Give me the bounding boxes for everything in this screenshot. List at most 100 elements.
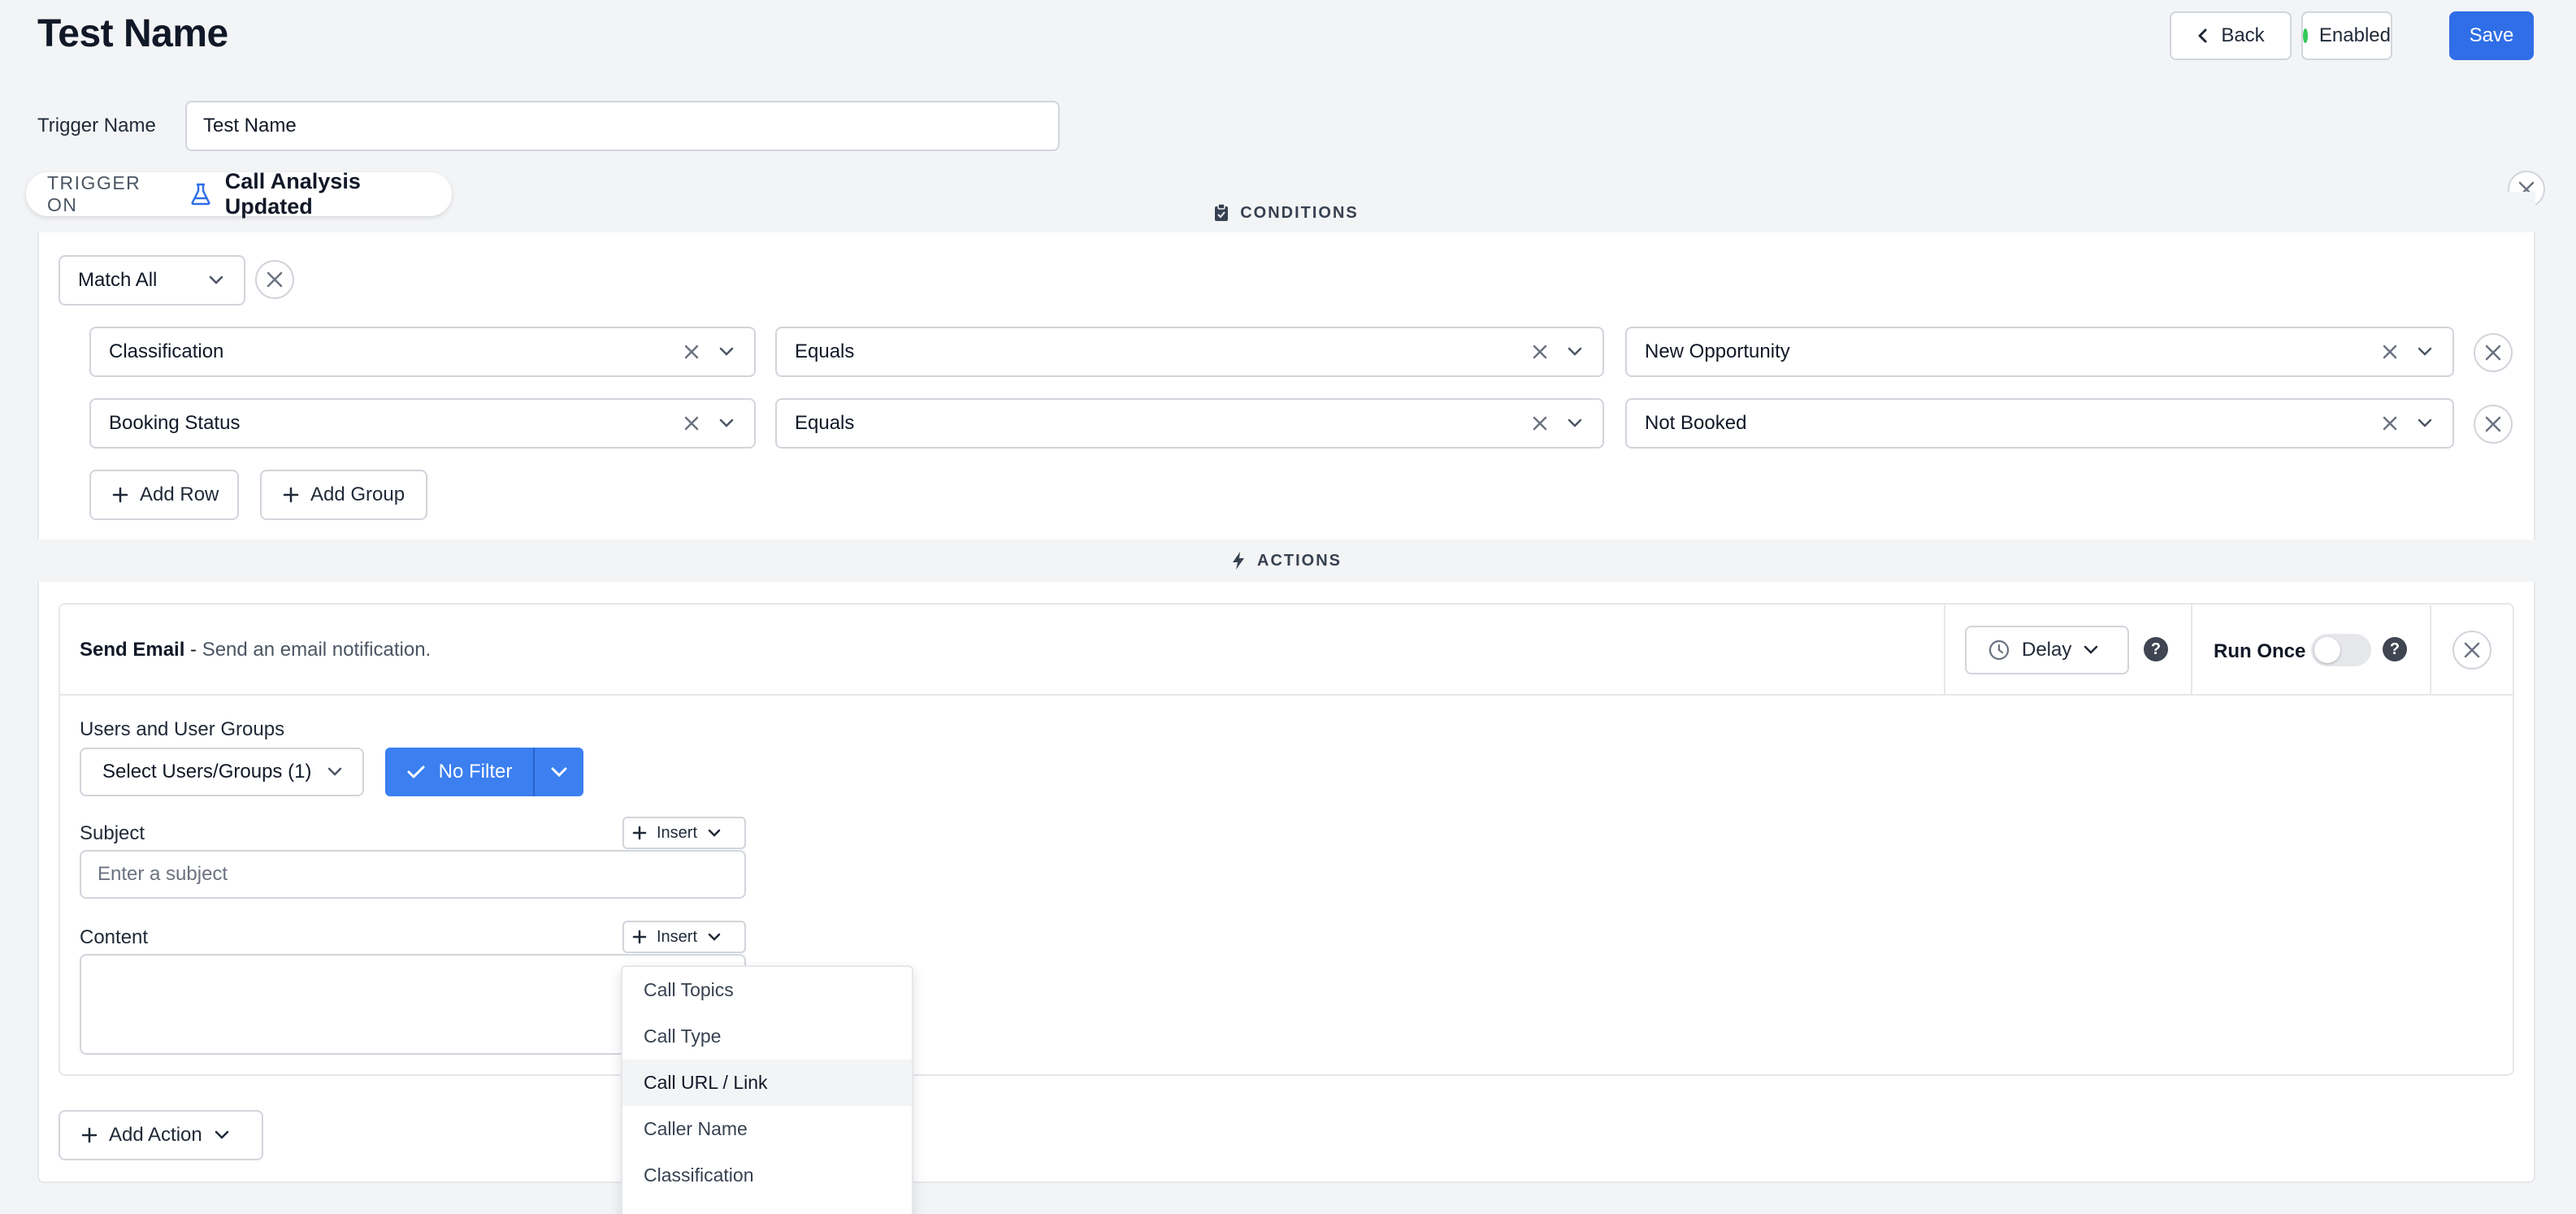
remove-row-button[interactable] <box>2474 333 2513 372</box>
users-groups-select[interactable]: Select Users/Groups (1) <box>80 748 364 796</box>
plus-icon <box>632 826 647 840</box>
delay-help-icon[interactable]: ? <box>2144 637 2168 661</box>
plus-icon <box>81 1127 98 1143</box>
save-button[interactable]: Save <box>2449 11 2534 60</box>
match-select[interactable]: Match All <box>59 255 245 306</box>
insert-label: Insert <box>657 927 698 946</box>
back-button-label: Back <box>2221 24 2265 46</box>
chevron-down-icon <box>550 766 568 778</box>
trigger-event-label: Call Analysis Updated <box>224 169 361 219</box>
insert-menu-item[interactable]: Call URL / Link <box>622 1060 912 1106</box>
no-filter-button[interactable]: No Filter <box>385 748 535 796</box>
trigger-name-input[interactable]: Test Name <box>185 101 1060 151</box>
condition-field-value: Classification <box>109 340 224 362</box>
enabled-label: Enabled <box>2318 24 2391 46</box>
run-once-help-icon[interactable]: ? <box>2383 637 2407 661</box>
chevron-down-icon <box>2083 644 2099 656</box>
clear-icon[interactable] <box>684 416 699 431</box>
insert-menu-item[interactable]: Call Type <box>622 1013 912 1060</box>
clipboard-icon <box>1214 204 1229 222</box>
condition-operator-select[interactable]: Equals <box>775 327 1604 377</box>
actions-header: ACTIONS <box>37 540 2535 582</box>
insert-menu-item[interactable]: Call Topics <box>622 967 912 1013</box>
filter-split-button: No Filter <box>385 748 583 796</box>
condition-operator-value: Equals <box>795 340 855 362</box>
users-groups-value: Select Users/Groups (1) <box>102 761 312 783</box>
condition-field-select[interactable]: Booking Status <box>89 398 756 449</box>
insert-label: Insert <box>657 823 698 842</box>
lightning-icon <box>1231 551 1246 570</box>
trigger-name-label: Trigger Name <box>37 115 156 137</box>
page-title: Test Name <box>37 12 228 55</box>
close-icon <box>2484 344 2502 362</box>
run-once-label: Run Once <box>2214 640 2306 662</box>
subject-label: Subject <box>80 822 145 844</box>
filter-dropdown-toggle[interactable] <box>535 748 583 796</box>
condition-value-value: New Opportunity <box>1645 340 1790 362</box>
insert-menu-item[interactable]: Caller Name <box>622 1106 912 1152</box>
subject-insert-button[interactable]: Insert <box>622 817 746 849</box>
add-row-button[interactable]: Add Row <box>89 470 239 520</box>
chevron-down-icon <box>707 828 722 838</box>
condition-field-select[interactable]: Classification <box>89 327 756 377</box>
trigger-on-pill[interactable]: TRIGGER ON Call Analysis Updated <box>26 169 452 219</box>
flask-icon <box>189 182 212 206</box>
enabled-status-dot <box>2303 28 2308 43</box>
users-groups-label: Users and User Groups <box>80 718 285 740</box>
clear-icon[interactable] <box>2383 416 2397 431</box>
run-once-toggle[interactable] <box>2311 634 2371 666</box>
chevron-down-icon <box>2417 418 2433 429</box>
plus-icon <box>283 487 299 503</box>
add-group-label: Add Group <box>310 483 405 505</box>
content-insert-button[interactable]: Insert <box>622 921 746 953</box>
chevron-left-icon <box>2197 28 2210 44</box>
enabled-button[interactable]: Enabled <box>2301 11 2392 60</box>
condition-operator-value: Equals <box>795 412 855 434</box>
match-select-value: Match All <box>78 269 158 291</box>
insert-dropdown-menu: Call Topics Call Type Call URL / Link Ca… <box>621 965 913 1214</box>
clear-icon[interactable] <box>1533 345 1547 359</box>
chevron-down-icon <box>2417 346 2433 358</box>
condition-value-select[interactable]: Not Booked <box>1625 398 2454 449</box>
remove-action-button[interactable] <box>2452 631 2491 670</box>
chevron-down-icon <box>707 932 722 942</box>
subject-input[interactable]: Enter a subject <box>80 850 746 899</box>
delay-button[interactable]: Delay <box>1965 626 2129 674</box>
back-button[interactable]: Back <box>2170 11 2292 60</box>
chevron-down-icon <box>327 749 343 795</box>
conditions-heading: CONDITIONS <box>1240 203 1359 222</box>
chevron-down-icon <box>208 257 224 304</box>
action-name: Send Email <box>80 639 185 661</box>
clear-icon[interactable] <box>1533 416 1547 431</box>
action-description: Send an email notification. <box>202 639 432 661</box>
remove-group-button[interactable] <box>255 260 294 299</box>
condition-field-value: Booking Status <box>109 412 241 434</box>
clear-icon[interactable] <box>2383 345 2397 359</box>
chevron-down-icon <box>1567 418 1583 429</box>
check-icon <box>406 764 426 780</box>
chevron-down-icon <box>1567 346 1583 358</box>
delay-label: Delay <box>2022 639 2072 661</box>
add-group-button[interactable]: Add Group <box>260 470 427 520</box>
condition-operator-select[interactable]: Equals <box>775 398 1604 449</box>
insert-menu-item[interactable]: Classification <box>622 1152 912 1199</box>
action-title: Send Email - Send an email notification. <box>80 639 431 661</box>
clock-icon <box>1988 639 2010 661</box>
clear-icon[interactable] <box>684 345 699 359</box>
chevron-down-icon <box>718 346 735 358</box>
add-action-button[interactable]: Add Action <box>59 1110 263 1160</box>
action-separator: - <box>184 639 202 661</box>
condition-value-value: Not Booked <box>1645 412 1747 434</box>
chevron-down-icon <box>214 1129 230 1141</box>
close-icon <box>266 271 284 288</box>
close-icon <box>2463 641 2481 659</box>
remove-row-button[interactable] <box>2474 405 2513 444</box>
add-action-label: Add Action <box>109 1124 202 1146</box>
close-icon <box>2484 415 2502 433</box>
plus-icon <box>112 487 128 503</box>
chevron-down-icon <box>718 418 735 429</box>
condition-value-select[interactable]: New Opportunity <box>1625 327 2454 377</box>
no-filter-label: No Filter <box>438 761 513 783</box>
plus-icon <box>632 930 647 944</box>
add-row-label: Add Row <box>140 483 219 505</box>
